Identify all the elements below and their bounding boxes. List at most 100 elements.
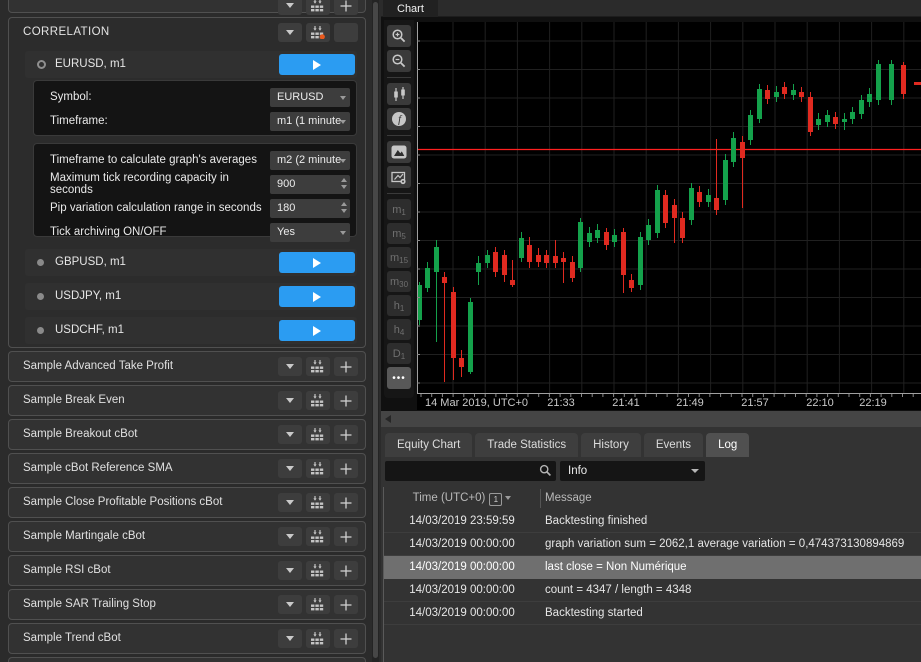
parameter-select[interactable]: Yes [270, 223, 350, 242]
cbot-instance-row[interactable]: EURUSD, m1 [25, 51, 357, 78]
parameter-select[interactable]: m1 (1 minute [270, 112, 350, 131]
log-row[interactable]: 14/03/2019 23:59:59Backtesting finished [384, 510, 921, 533]
tab-log[interactable]: Log [706, 433, 749, 457]
expand-button[interactable] [278, 391, 302, 410]
bot-panel[interactable]: Sample SAR Trailing Stop [8, 589, 366, 620]
expand-button[interactable] [278, 561, 302, 580]
timeframe-button-D1[interactable]: D1 [387, 343, 411, 364]
expand-button[interactable] [278, 459, 302, 478]
cbot-panel-clipped-top[interactable] [8, 0, 366, 13]
chart-type-button[interactable] [387, 83, 411, 105]
log-row[interactable]: 14/03/2019 00:00:00Backtesting started [384, 602, 921, 625]
add-instance-button[interactable] [334, 23, 358, 42]
timeframe-button-m5[interactable]: m5 [387, 223, 411, 244]
log-level-select[interactable]: Info [560, 461, 705, 481]
collapse-button[interactable] [278, 23, 302, 42]
log-row[interactable]: 14/03/2019 00:00:00count = 4347 / length… [384, 579, 921, 602]
add-instance-button[interactable] [334, 459, 358, 478]
tab-events[interactable]: Events [644, 433, 703, 457]
add-instance-button[interactable] [334, 493, 358, 512]
zoom-in-button[interactable] [387, 25, 411, 47]
parameters-button[interactable] [306, 595, 330, 614]
cbot-instance-row[interactable]: USDCHF, m1 [25, 317, 357, 344]
chart-settings-button[interactable] [387, 166, 411, 188]
tab-trade-statistics[interactable]: Trade Statistics [475, 433, 578, 457]
expand-button[interactable] [278, 425, 302, 444]
parameters-button[interactable] [306, 493, 330, 512]
parameter-stepper[interactable]: 900 [270, 175, 350, 194]
sidebar-scrollbar[interactable] [372, 0, 379, 662]
bot-panel[interactable]: Sample Martingale cBot [8, 521, 366, 552]
bot-panel[interactable]: Sample cBot Reference SMA [8, 453, 366, 484]
scrollbar-thumb[interactable] [373, 2, 378, 658]
parameters-button[interactable] [306, 629, 330, 648]
parameters-button[interactable] [306, 527, 330, 546]
expand-button[interactable] [278, 0, 302, 15]
start-backtest-button[interactable] [279, 54, 355, 75]
stepper-arrows[interactable] [341, 178, 347, 189]
chevron-down-icon [286, 602, 294, 607]
bot-panel[interactable]: Sample Advanced Take Profit [8, 351, 366, 382]
log-search-input[interactable] [385, 461, 556, 481]
cbot-instance-row[interactable]: GBPUSD, m1 [25, 249, 357, 276]
timeframe-button-m1[interactable]: m1 [387, 199, 411, 220]
bot-panel[interactable]: Sample Trend cBot [8, 623, 366, 654]
add-instance-button[interactable] [334, 357, 358, 376]
bot-panel-clipped-bottom[interactable] [8, 657, 366, 662]
parameters-button[interactable] [306, 0, 330, 15]
expand-button[interactable] [278, 595, 302, 614]
x-axis-label: 22:19 [859, 397, 887, 409]
bot-panel[interactable]: Sample Close Profitable Positions cBot [8, 487, 366, 518]
parameters-button[interactable] [306, 561, 330, 580]
start-backtest-button[interactable] [279, 286, 355, 307]
indicators-button[interactable]: f [387, 108, 411, 130]
log-row[interactable]: 14/03/2019 00:00:00graph variation sum =… [384, 533, 921, 556]
parameter-select[interactable]: m2 (2 minute [270, 151, 350, 170]
start-backtest-button[interactable] [279, 252, 355, 273]
zoom-out-button[interactable] [387, 50, 411, 72]
stepper-arrows[interactable] [341, 202, 347, 213]
add-instance-button[interactable] [334, 629, 358, 648]
column-divider[interactable] [540, 489, 541, 508]
parameter-stepper[interactable]: 180 [270, 199, 350, 218]
more-timeframes-button[interactable]: ••• [387, 367, 411, 389]
parameters-button[interactable] [306, 459, 330, 478]
log-time: 14/03/2019 00:00:00 [384, 607, 540, 619]
timeframe-button-h4[interactable]: h4 [387, 319, 411, 340]
add-instance-button[interactable] [334, 561, 358, 580]
start-backtest-button[interactable] [279, 320, 355, 341]
cbot-instance-row[interactable]: USDJPY, m1 [25, 283, 357, 310]
chart-scrollbar[interactable] [381, 411, 921, 427]
time-column-header[interactable]: Time (UTC+0)1 [384, 492, 540, 506]
add-instance-button[interactable] [334, 595, 358, 614]
parameter-select[interactable]: EURUSD [270, 88, 350, 107]
expand-button[interactable] [278, 357, 302, 376]
bot-panel[interactable]: Sample RSI cBot [8, 555, 366, 586]
tab-equity-chart[interactable]: Equity Chart [385, 433, 472, 457]
expand-button[interactable] [278, 493, 302, 512]
expand-button[interactable] [278, 527, 302, 546]
add-instance-button[interactable] [334, 527, 358, 546]
tab-chart[interactable]: Chart [383, 0, 438, 17]
log-row[interactable]: 14/03/2019 00:00:00last close = Non Numé… [384, 556, 921, 579]
timeframe-button-m15[interactable]: m15 [387, 247, 411, 268]
parameters-button[interactable] [306, 23, 330, 42]
parameters-button[interactable] [306, 425, 330, 444]
bot-panel[interactable]: Sample Breakout cBot [8, 419, 366, 450]
add-instance-button[interactable] [334, 425, 358, 444]
tab-history[interactable]: History [581, 433, 641, 457]
scroll-left-icon[interactable] [385, 415, 391, 423]
timeframe-button-m30[interactable]: m30 [387, 271, 411, 292]
timeframe-button-h1[interactable]: h1 [387, 295, 411, 316]
drawing-objects-button[interactable] [387, 141, 411, 163]
log-time: 14/03/2019 00:00:00 [384, 561, 540, 573]
expand-button[interactable] [278, 629, 302, 648]
message-column-header[interactable]: Message [545, 492, 592, 504]
bot-panel[interactable]: Sample Break Even [8, 385, 366, 416]
candlestick-chart[interactable]: 14 Mar 2019, UTC+021:3321:4121:4921:5722… [417, 22, 921, 410]
parameters-button[interactable] [306, 357, 330, 376]
instance-label: GBPUSD, m1 [55, 256, 126, 268]
add-instance-button[interactable] [334, 391, 358, 410]
add-instance-button[interactable] [334, 0, 358, 15]
parameters-button[interactable] [306, 391, 330, 410]
